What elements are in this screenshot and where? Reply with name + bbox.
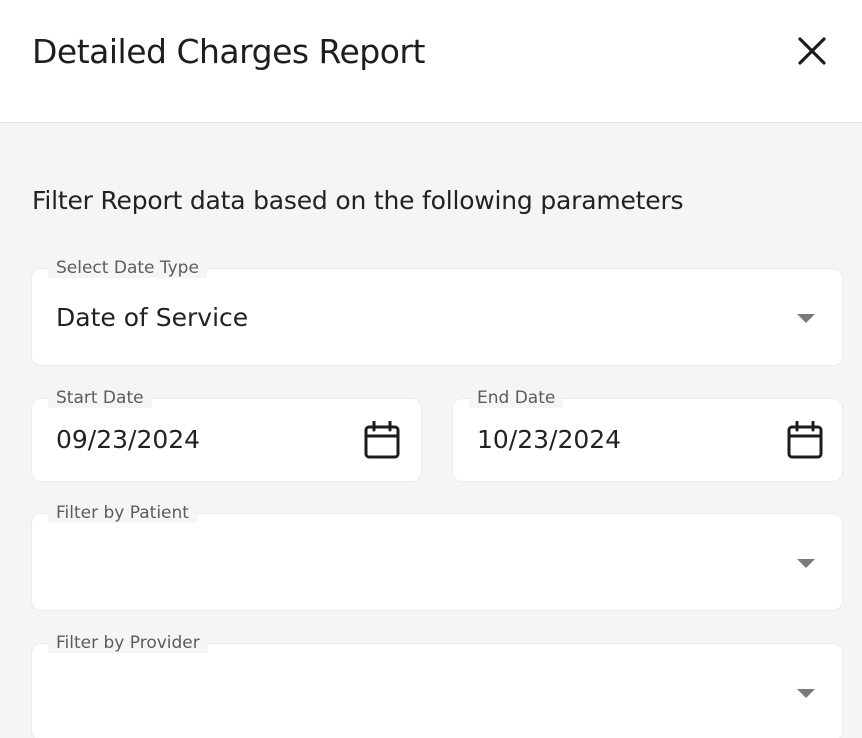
start-date-field[interactable]: Start Date 09/23/2024 <box>31 388 422 482</box>
patient-label: Filter by Patient <box>48 503 197 523</box>
close-button[interactable] <box>794 33 830 69</box>
start-date-label: Start Date <box>48 388 152 408</box>
calendar-icon[interactable] <box>787 421 823 459</box>
chevron-down-icon <box>797 689 815 698</box>
end-date-field[interactable]: End Date 10/23/2024 <box>452 388 843 482</box>
chevron-down-icon <box>797 314 815 323</box>
end-date-value: 10/23/2024 <box>477 425 622 454</box>
start-date-value: 09/23/2024 <box>56 425 201 454</box>
close-icon <box>798 37 826 65</box>
modal-title: Detailed Charges Report <box>32 32 425 71</box>
calendar-icon[interactable] <box>364 421 400 459</box>
end-date-label: End Date <box>469 388 564 408</box>
chevron-down-icon <box>797 559 815 568</box>
date-type-value: Date of Service <box>56 303 249 332</box>
patient-select[interactable]: Filter by Patient <box>31 503 843 611</box>
provider-select[interactable]: Filter by Provider <box>31 633 843 738</box>
detailed-charges-report-modal: Detailed Charges Report Filter Report da… <box>0 0 862 738</box>
filter-instructions: Filter Report data based on the followin… <box>32 186 684 215</box>
date-type-select[interactable]: Select Date Type Date of Service <box>31 258 843 366</box>
modal-header: Detailed Charges Report <box>0 0 862 123</box>
provider-label: Filter by Provider <box>48 633 208 653</box>
date-type-label: Select Date Type <box>48 258 207 278</box>
